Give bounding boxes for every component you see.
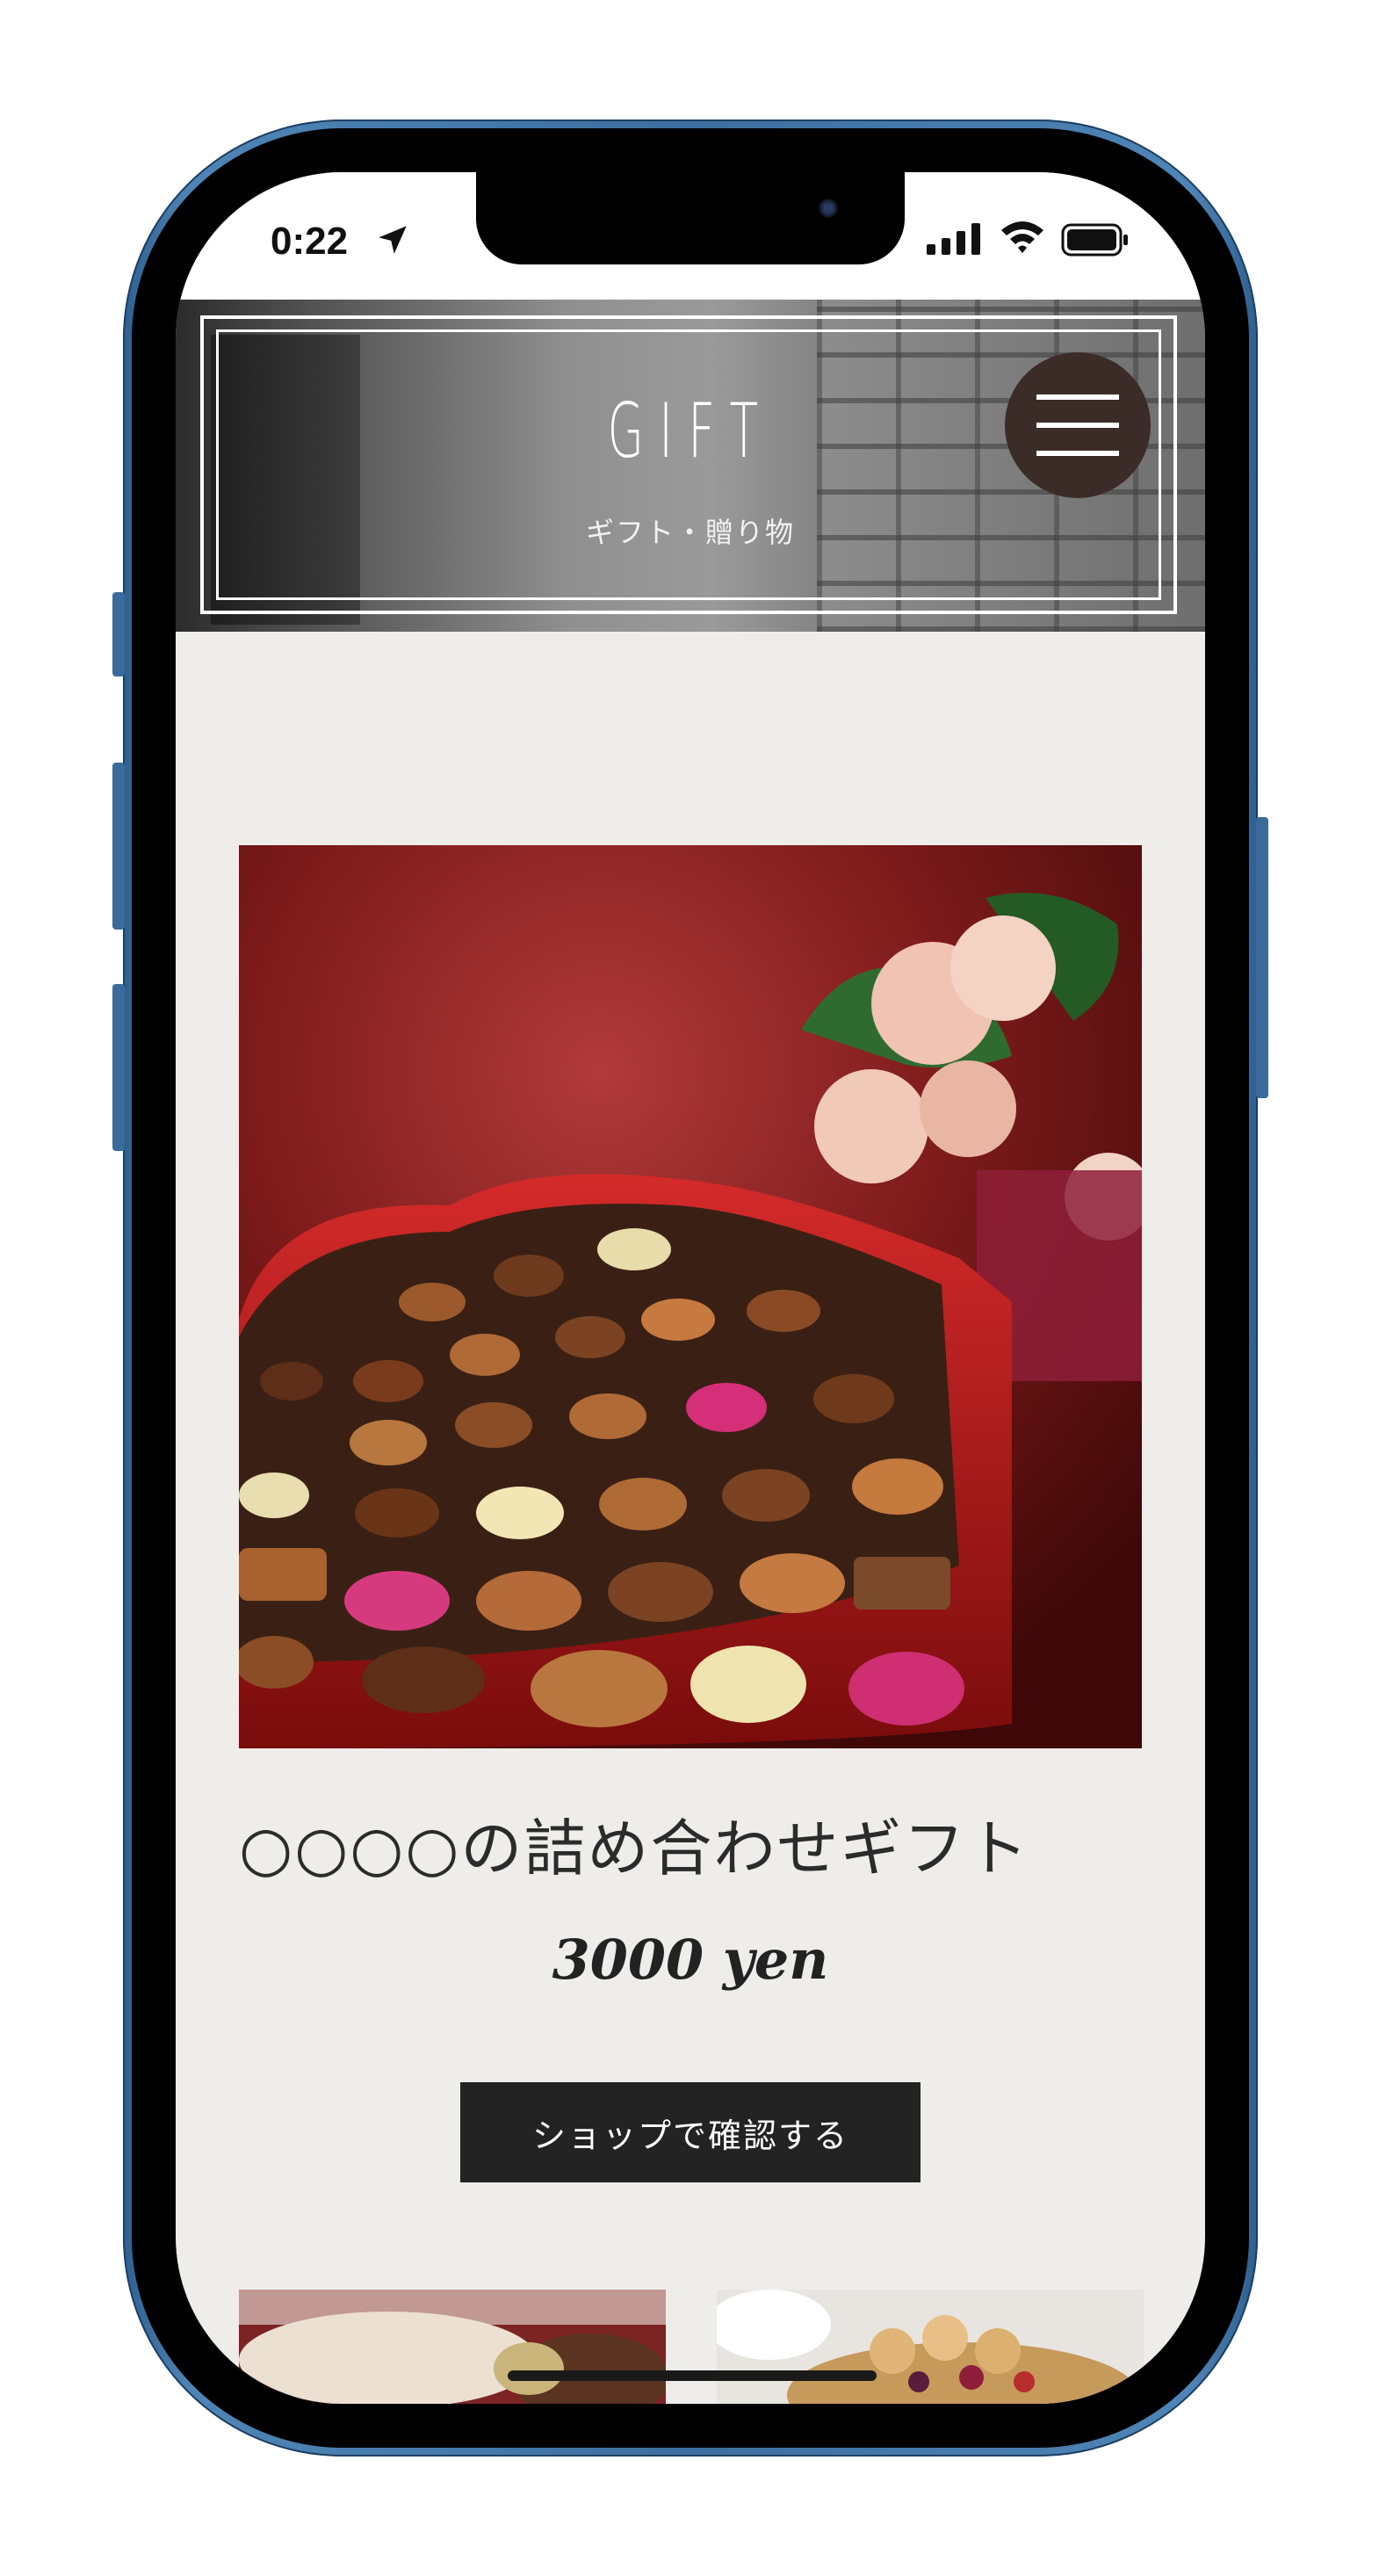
wifi-icon bbox=[1001, 221, 1043, 253]
fruit-tart-photo bbox=[717, 2290, 1144, 2404]
silent-switch bbox=[112, 592, 125, 677]
volume-down-button bbox=[112, 984, 125, 1151]
status-bar: 0:22 bbox=[176, 172, 1205, 300]
notch bbox=[476, 172, 905, 264]
shop-button[interactable]: ショップで確認する bbox=[460, 2082, 921, 2182]
power-button bbox=[1256, 817, 1268, 1098]
volume-up-button bbox=[112, 763, 125, 930]
hamburger-menu-button[interactable] bbox=[1005, 352, 1151, 498]
product-thumbnail-1[interactable] bbox=[239, 2290, 666, 2404]
hamburger-menu-icon-line bbox=[1036, 423, 1119, 428]
hamburger-menu-icon bbox=[1036, 394, 1119, 400]
status-time: 0:22 bbox=[271, 220, 349, 263]
dessert-plate-photo bbox=[239, 2290, 666, 2404]
location-arrow-icon bbox=[379, 226, 407, 254]
product-image[interactable] bbox=[239, 845, 1142, 1748]
product-title: ○○○○の詰め合わせギフト bbox=[239, 1813, 1030, 1885]
product-thumbnail-2[interactable] bbox=[717, 2290, 1144, 2404]
hamburger-menu-icon-line bbox=[1036, 451, 1119, 456]
battery-icon bbox=[1061, 223, 1128, 257]
front-camera bbox=[819, 199, 838, 218]
home-indicator[interactable] bbox=[508, 2370, 877, 2381]
phone-screen: 0:22 GIFT ギフト・贈り物 ○○○○の詰め合わせギフト 3000 yen… bbox=[176, 172, 1205, 2404]
cellular-signal-icon bbox=[927, 223, 980, 255]
chocolate-box-illustration bbox=[239, 845, 1142, 1748]
header-banner: GIFT ギフト・贈り物 bbox=[176, 300, 1205, 632]
product-price: 3000 yen bbox=[552, 1928, 829, 1992]
site-subtitle: ギフト・贈り物 bbox=[585, 516, 795, 549]
site-title[interactable]: GIFT bbox=[372, 387, 1010, 475]
